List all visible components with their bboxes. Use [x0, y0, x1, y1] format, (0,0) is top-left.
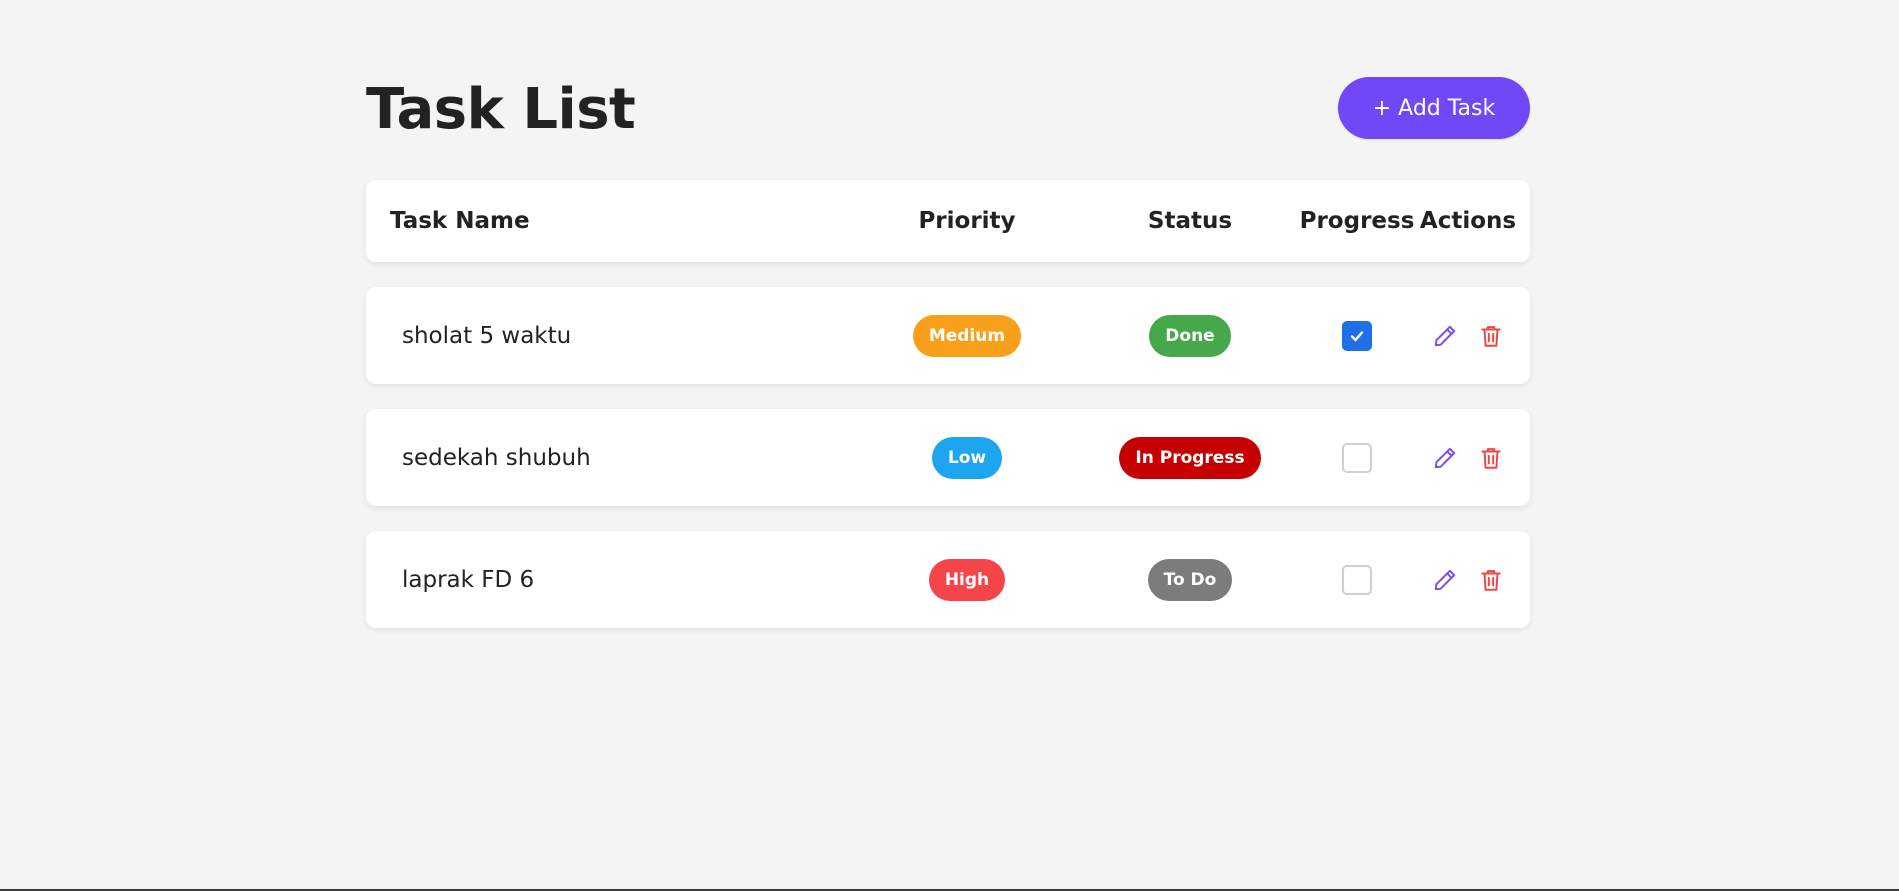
task-name: sedekah shubuh [402, 444, 591, 471]
page-header: Task List + Add Task [366, 70, 1530, 150]
status-badge: In Progress [1119, 436, 1261, 479]
edit-icon[interactable] [1431, 566, 1459, 594]
actions-cell [1412, 444, 1524, 472]
progress-cell [1302, 564, 1412, 595]
page-title: Task List [366, 77, 636, 142]
priority-badge: High [928, 558, 1006, 601]
column-header-progress: Progress [1299, 208, 1415, 234]
progress-checkbox[interactable] [1342, 442, 1372, 473]
column-header-actions: Actions [1419, 208, 1517, 234]
delete-icon[interactable] [1477, 322, 1505, 350]
column-header-status: Status [1147, 208, 1233, 234]
status-cell: In Progress [1078, 436, 1302, 479]
table-row: laprak FD 6 High To Do [366, 531, 1530, 628]
task-rows: sholat 5 waktu Medium Done sedekah shubu… [366, 287, 1530, 628]
column-header-task-name: Task Name [390, 208, 530, 234]
progress-checkbox[interactable] [1342, 564, 1372, 595]
delete-icon[interactable] [1477, 566, 1505, 594]
status-cell: Done [1078, 314, 1302, 357]
status-badge: To Do [1147, 558, 1233, 601]
actions-cell [1412, 322, 1524, 350]
priority-badge: Low [931, 436, 1003, 479]
table-row: sholat 5 waktu Medium Done [366, 287, 1530, 384]
table-row: sedekah shubuh Low In Progress [366, 409, 1530, 506]
delete-icon[interactable] [1477, 444, 1505, 472]
actions-cell [1412, 566, 1524, 594]
progress-checkbox[interactable] [1342, 320, 1372, 351]
priority-badge: Medium [912, 314, 1022, 357]
table-header: Task Name Priority Status Progress Actio… [366, 180, 1530, 262]
status-badge: Done [1149, 314, 1231, 357]
column-header-priority: Priority [918, 208, 1016, 234]
progress-cell [1302, 320, 1412, 351]
status-cell: To Do [1078, 558, 1302, 601]
task-name: laprak FD 6 [402, 566, 535, 593]
edit-icon[interactable] [1431, 322, 1459, 350]
add-task-button[interactable]: + Add Task [1338, 77, 1530, 139]
progress-cell [1302, 442, 1412, 473]
task-list-container: Task List + Add Task Task Name Priority … [366, 70, 1530, 628]
edit-icon[interactable] [1431, 444, 1459, 472]
check-icon [1350, 330, 1364, 341]
priority-cell: High [856, 558, 1078, 601]
priority-cell: Low [856, 436, 1078, 479]
task-name: sholat 5 waktu [402, 322, 572, 349]
priority-cell: Medium [856, 314, 1078, 357]
